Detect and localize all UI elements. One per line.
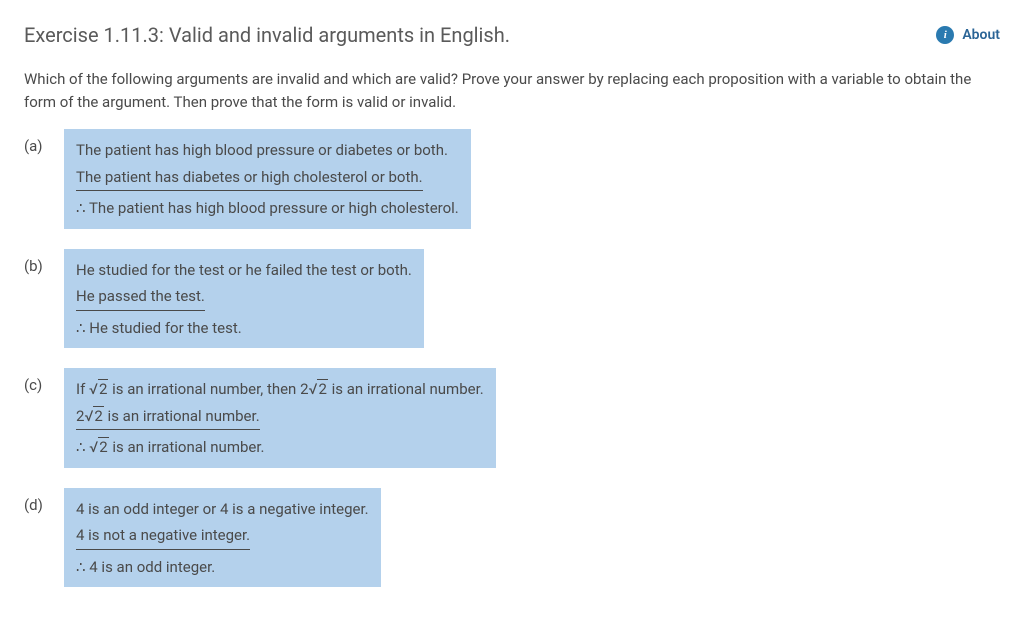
therefore-symbol: ∴ — [76, 560, 86, 576]
therefore-symbol: ∴ — [76, 440, 86, 456]
conclusion: ∴ 4 is an odd integer. — [76, 554, 369, 580]
exercise-item-a: (a) The patient has high blood pressure … — [24, 129, 1000, 229]
therefore-symbol: ∴ — [76, 321, 86, 337]
sqrt-expression: √2 — [89, 437, 108, 456]
sqrt-expression: 2√2 — [76, 406, 104, 425]
premise-2: He passed the test. — [76, 283, 412, 315]
conclusion: ∴ The patient has high blood pressure or… — [76, 195, 459, 221]
sqrt-expression: √2 — [89, 379, 108, 398]
header-row: Exercise 1.11.3: Valid and invalid argum… — [24, 20, 1000, 50]
info-icon: i — [936, 26, 954, 44]
argument-box: 4 is an odd integer or 4 is a negative i… — [64, 488, 381, 588]
premise-2: 4 is not a negative integer. — [76, 522, 369, 554]
premise-2: 2√2 is an irrational number. — [76, 403, 484, 435]
argument-box: The patient has high blood pressure or d… — [64, 129, 471, 229]
premise-1: If √2 is an irrational number, then 2√2 … — [76, 376, 484, 403]
exercise-item-b: (b) He studied for the test or he failed… — [24, 249, 1000, 349]
argument-box: If √2 is an irrational number, then 2√2 … — [64, 368, 496, 468]
item-label: (a) — [24, 129, 64, 158]
exercise-title: Exercise 1.11.3: Valid and invalid argum… — [24, 20, 510, 50]
premise-1: He studied for the test or he failed the… — [76, 257, 412, 284]
about-link[interactable]: i About — [936, 25, 1000, 46]
conclusion: ∴ √2 is an irrational number. — [76, 434, 484, 460]
item-label: (d) — [24, 488, 64, 517]
premise-1: 4 is an odd integer or 4 is a negative i… — [76, 496, 369, 523]
about-label: About — [962, 25, 1000, 46]
premise-2: The patient has diabetes or high cholest… — [76, 164, 459, 196]
item-label: (b) — [24, 249, 64, 278]
argument-box: He studied for the test or he failed the… — [64, 249, 424, 349]
exercise-item-d: (d) 4 is an odd integer or 4 is a negati… — [24, 488, 1000, 588]
therefore-symbol: ∴ — [76, 201, 86, 217]
premise-1: The patient has high blood pressure or d… — [76, 137, 459, 164]
exercise-item-c: (c) If √2 is an irrational number, then … — [24, 368, 1000, 468]
item-label: (c) — [24, 368, 64, 397]
instructions-text: Which of the following arguments are inv… — [24, 68, 1000, 113]
sqrt-expression: 2√2 — [300, 379, 328, 398]
conclusion: ∴ He studied for the test. — [76, 315, 412, 341]
